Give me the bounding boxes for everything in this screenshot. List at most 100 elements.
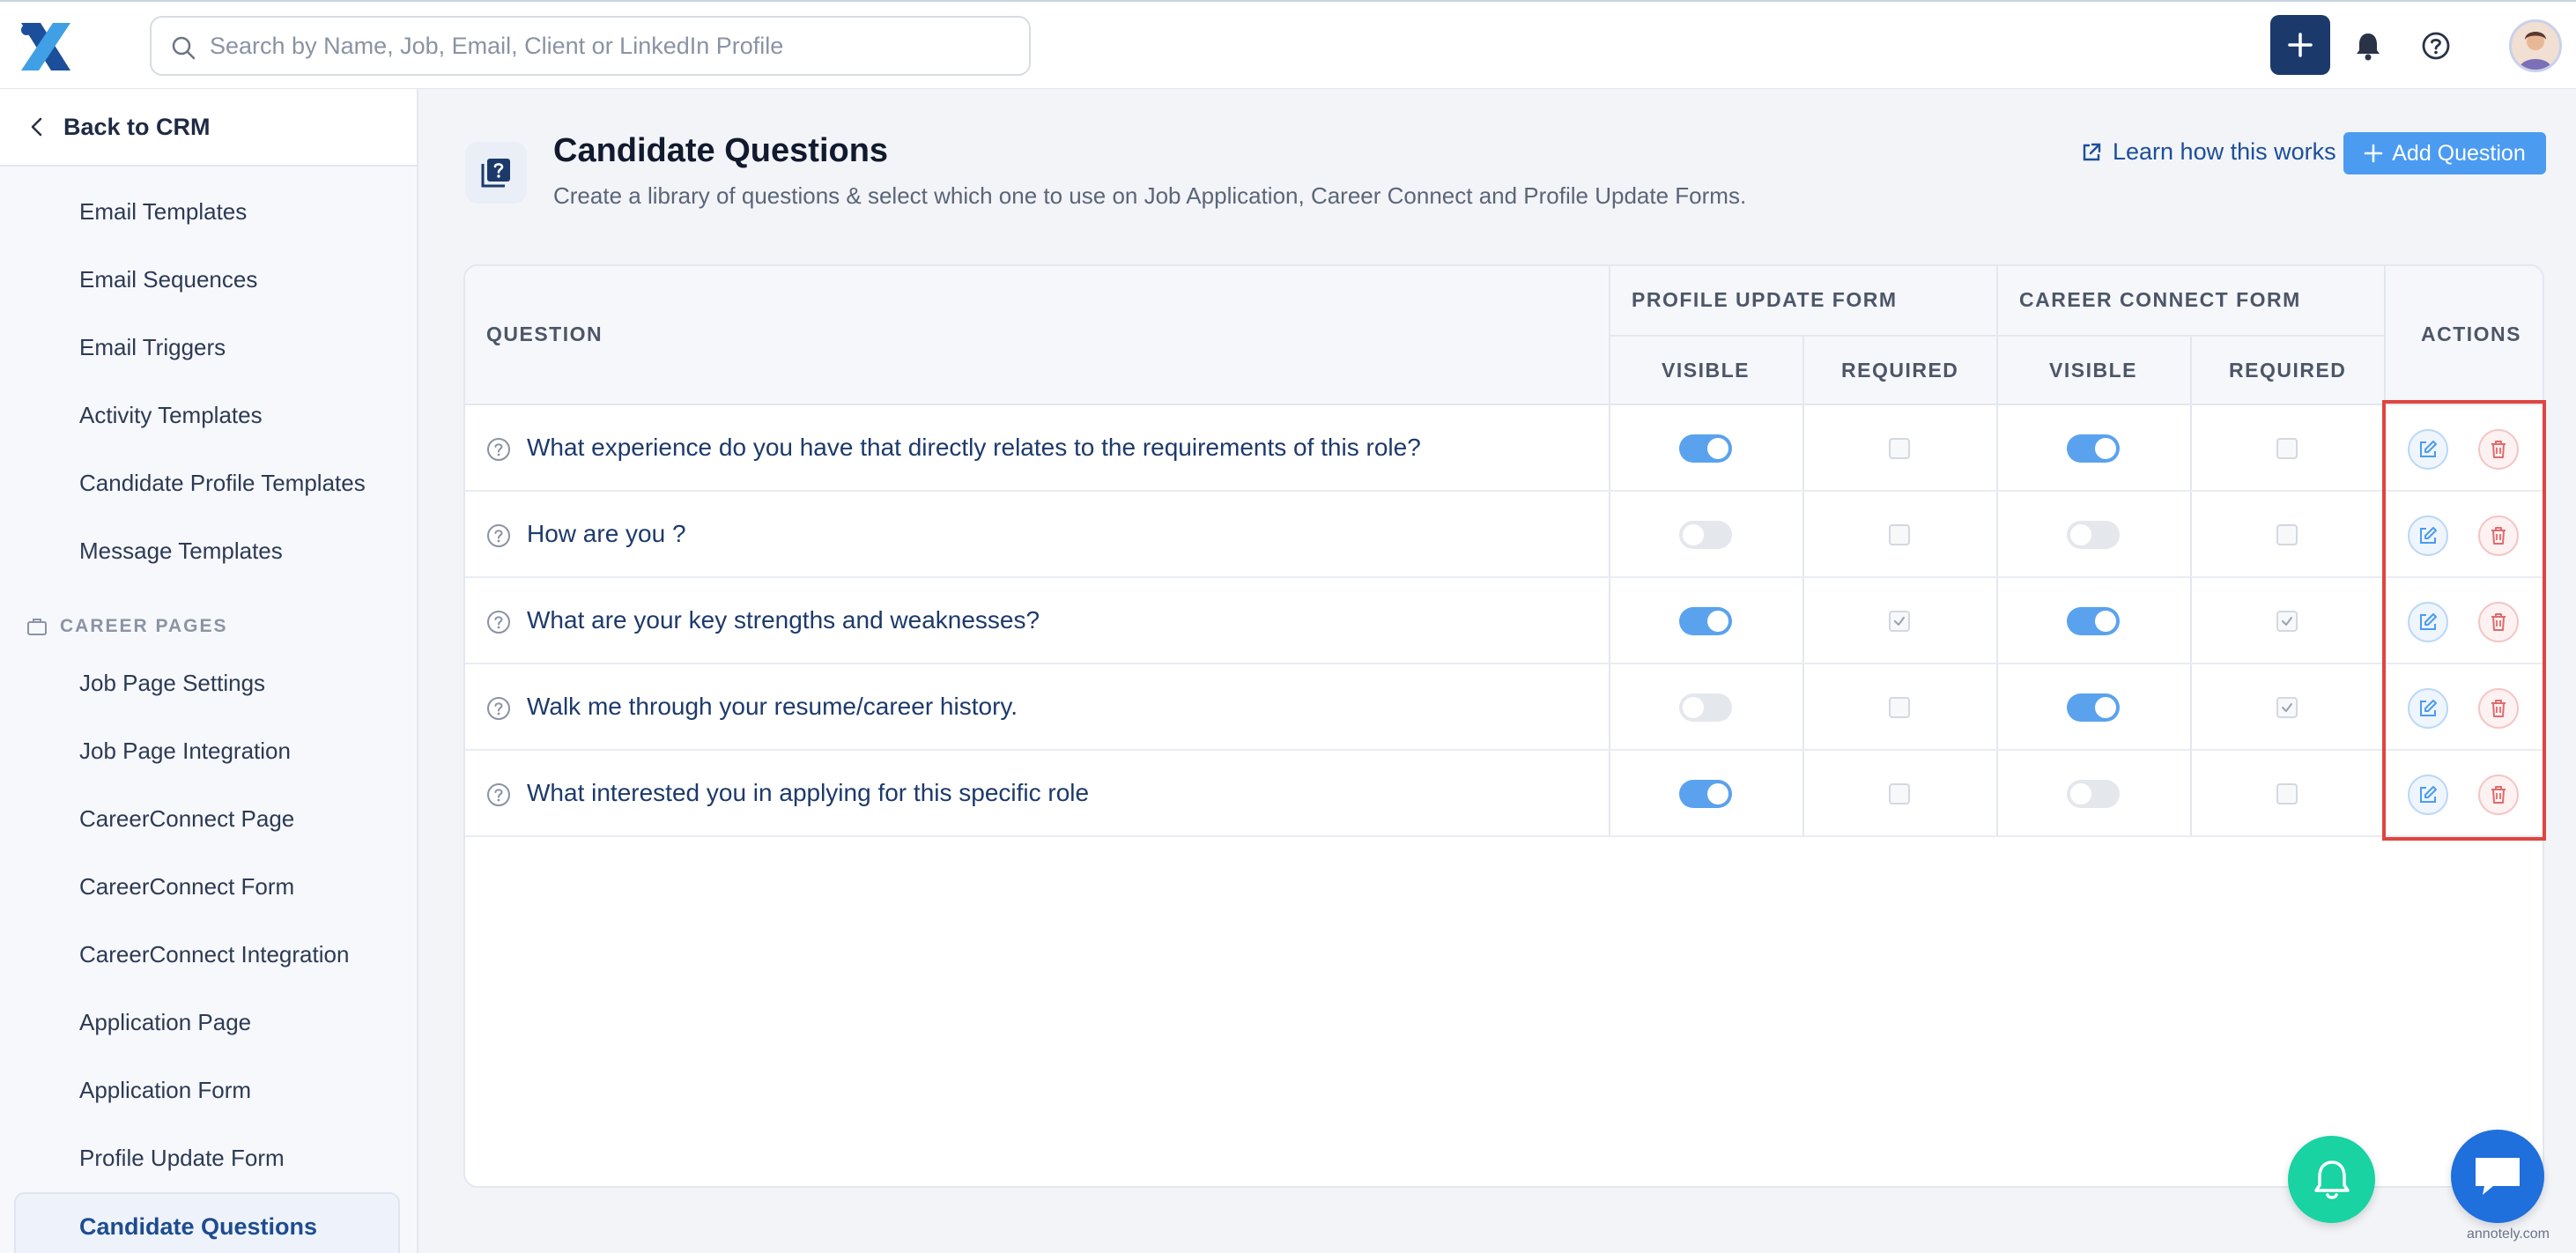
toggle-knob [2095, 438, 2116, 459]
profile-update-visible-toggle[interactable] [1679, 607, 1732, 635]
toggle-knob [1683, 524, 1704, 545]
back-to-crm-label: Back to CRM [63, 113, 211, 140]
career-connect-visible-toggle[interactable] [2067, 693, 2120, 722]
profile-update-visible-toggle[interactable] [1679, 693, 1732, 722]
table-row: What experience do you have that directl… [465, 405, 2543, 492]
briefcase-icon [27, 619, 47, 635]
app-logo[interactable] [14, 18, 78, 76]
chat-icon [2476, 1158, 2520, 1195]
profile-update-required-checkbox[interactable] [1889, 611, 1910, 632]
career-connect-required-checkbox[interactable] [2276, 697, 2298, 718]
sidebar-item-job-page-settings[interactable]: Job Page Settings [79, 670, 265, 697]
header-pu-visible: VISIBLE [1662, 359, 1750, 382]
add-question-button[interactable]: Add Question [2343, 132, 2546, 174]
bell-icon [2313, 1160, 2350, 1199]
sidebar-item-careerconnect-form[interactable]: CareerConnect Form [79, 873, 294, 901]
top-bar [0, 0, 2576, 89]
sidebar-item-careerconnect-page[interactable]: CareerConnect Page [79, 805, 294, 833]
questions-table: QUESTION PROFILE UPDATE FORM CAREER CONN… [463, 264, 2544, 1188]
career-connect-visible-toggle[interactable] [2067, 607, 2120, 635]
header-actions: ACTIONS [2421, 323, 2521, 345]
page-subtitle: Create a library of questions & select w… [553, 182, 1747, 209]
create-new-button[interactable] [2270, 15, 2330, 75]
candidate-questions-icon [465, 142, 527, 204]
actions-highlight-box [2382, 400, 2546, 841]
career-connect-required-checkbox[interactable] [2276, 524, 2298, 545]
floating-notification-button[interactable] [2288, 1136, 2375, 1223]
sidebar-item-careerconnect-integration[interactable]: CareerConnect Integration [79, 941, 349, 968]
user-avatar[interactable] [2509, 19, 2562, 72]
question-icon [487, 438, 510, 461]
search-input[interactable] [210, 26, 1003, 65]
toggle-knob [1707, 438, 1728, 459]
sidebar-item-email-sequences[interactable]: Email Sequences [79, 266, 257, 293]
sidebar-section-career-pages: CAREER PAGES [26, 616, 227, 637]
profile-update-required-checkbox[interactable] [1889, 524, 1910, 545]
sidebar-item-profile-update-form[interactable]: Profile Update Form [79, 1145, 285, 1172]
profile-update-visible-toggle[interactable] [1679, 780, 1732, 808]
career-connect-visible-toggle[interactable] [2067, 434, 2120, 463]
question-icon [487, 783, 510, 806]
profile-update-required-checkbox[interactable] [1889, 783, 1910, 804]
header-cc-visible: VISIBLE [2049, 359, 2137, 382]
career-connect-visible-toggle[interactable] [2067, 521, 2120, 549]
question-text[interactable]: What experience do you have that directl… [527, 434, 1421, 462]
profile-update-required-checkbox[interactable] [1889, 438, 1910, 459]
question-text[interactable]: What interested you in applying for this… [527, 779, 1089, 807]
table-row: Walk me through your resume/career histo… [465, 664, 2543, 751]
search-icon [172, 36, 196, 60]
question-text[interactable]: How are you ? [527, 520, 686, 548]
career-connect-required-checkbox[interactable] [2276, 611, 2298, 632]
global-search[interactable] [150, 16, 1031, 76]
page-title: Candidate Questions [553, 132, 889, 169]
learn-how-link[interactable]: Learn how this works [2081, 138, 2336, 166]
header-profile-update-form: PROFILE UPDATE FORM [1632, 288, 1898, 311]
chat-widget-button[interactable] [2451, 1130, 2544, 1223]
toggle-knob [2070, 783, 2091, 804]
learn-how-label: Learn how this works [2113, 138, 2336, 165]
watermark: annotely.com [2467, 1227, 2550, 1242]
sidebar-item-message-templates[interactable]: Message Templates [79, 538, 283, 565]
sidebar-item-activity-templates[interactable]: Activity Templates [79, 402, 263, 429]
help-icon [2422, 32, 2450, 60]
sidebar-section-label: CAREER PAGES [60, 616, 228, 636]
table-row: What are your key strengths and weakness… [465, 578, 2543, 664]
header-career-connect-form: CAREER CONNECT FORM [2019, 288, 2301, 311]
notifications-button[interactable] [2350, 26, 2386, 65]
profile-update-visible-toggle[interactable] [1679, 521, 1732, 549]
chevron-left-icon [31, 117, 42, 137]
back-to-crm-link[interactable]: Back to CRM [0, 89, 417, 167]
sidebar-item-email-templates[interactable]: Email Templates [79, 198, 247, 226]
career-connect-required-checkbox[interactable] [2276, 783, 2298, 804]
sidebar-item-email-triggers[interactable]: Email Triggers [79, 334, 226, 361]
checkmark-icon [2282, 703, 2292, 712]
sidebar-item-job-page-integration[interactable]: Job Page Integration [79, 738, 291, 765]
career-connect-required-checkbox[interactable] [2276, 438, 2298, 459]
toggle-knob [2095, 697, 2116, 718]
sidebar-item-candidate-questions[interactable]: Candidate Questions [14, 1192, 400, 1253]
sidebar-item-application-page[interactable]: Application Page [79, 1009, 251, 1036]
header-pu-required: REQUIRED [1841, 359, 1959, 382]
question-text[interactable]: Walk me through your resume/career histo… [527, 693, 1018, 721]
plus-icon [2364, 144, 2383, 163]
toggle-knob [1683, 697, 1704, 718]
header-question: QUESTION [486, 323, 603, 345]
toggle-knob [2095, 611, 2116, 632]
career-connect-visible-toggle[interactable] [2067, 780, 2120, 808]
help-button[interactable] [2418, 28, 2454, 63]
question-icon [487, 611, 510, 634]
question-text[interactable]: What are your key strengths and weakness… [527, 606, 1040, 634]
checkmark-icon [1894, 617, 1905, 626]
table-row: How are you ? [465, 492, 2543, 578]
sidebar-item-candidate-profile-templates[interactable]: Candidate Profile Templates [79, 470, 366, 497]
profile-update-visible-toggle[interactable] [1679, 434, 1732, 463]
sidebar-item-application-form[interactable]: Application Form [79, 1077, 251, 1104]
table-header: QUESTION PROFILE UPDATE FORM CAREER CONN… [465, 266, 2543, 405]
external-link-icon [2083, 143, 2101, 160]
header-cc-required: REQUIRED [2229, 359, 2347, 382]
checkmark-icon [2282, 617, 2292, 626]
profile-update-required-checkbox[interactable] [1889, 697, 1910, 718]
toggle-knob [1707, 783, 1728, 804]
question-icon [487, 697, 510, 720]
toggle-knob [2070, 524, 2091, 545]
